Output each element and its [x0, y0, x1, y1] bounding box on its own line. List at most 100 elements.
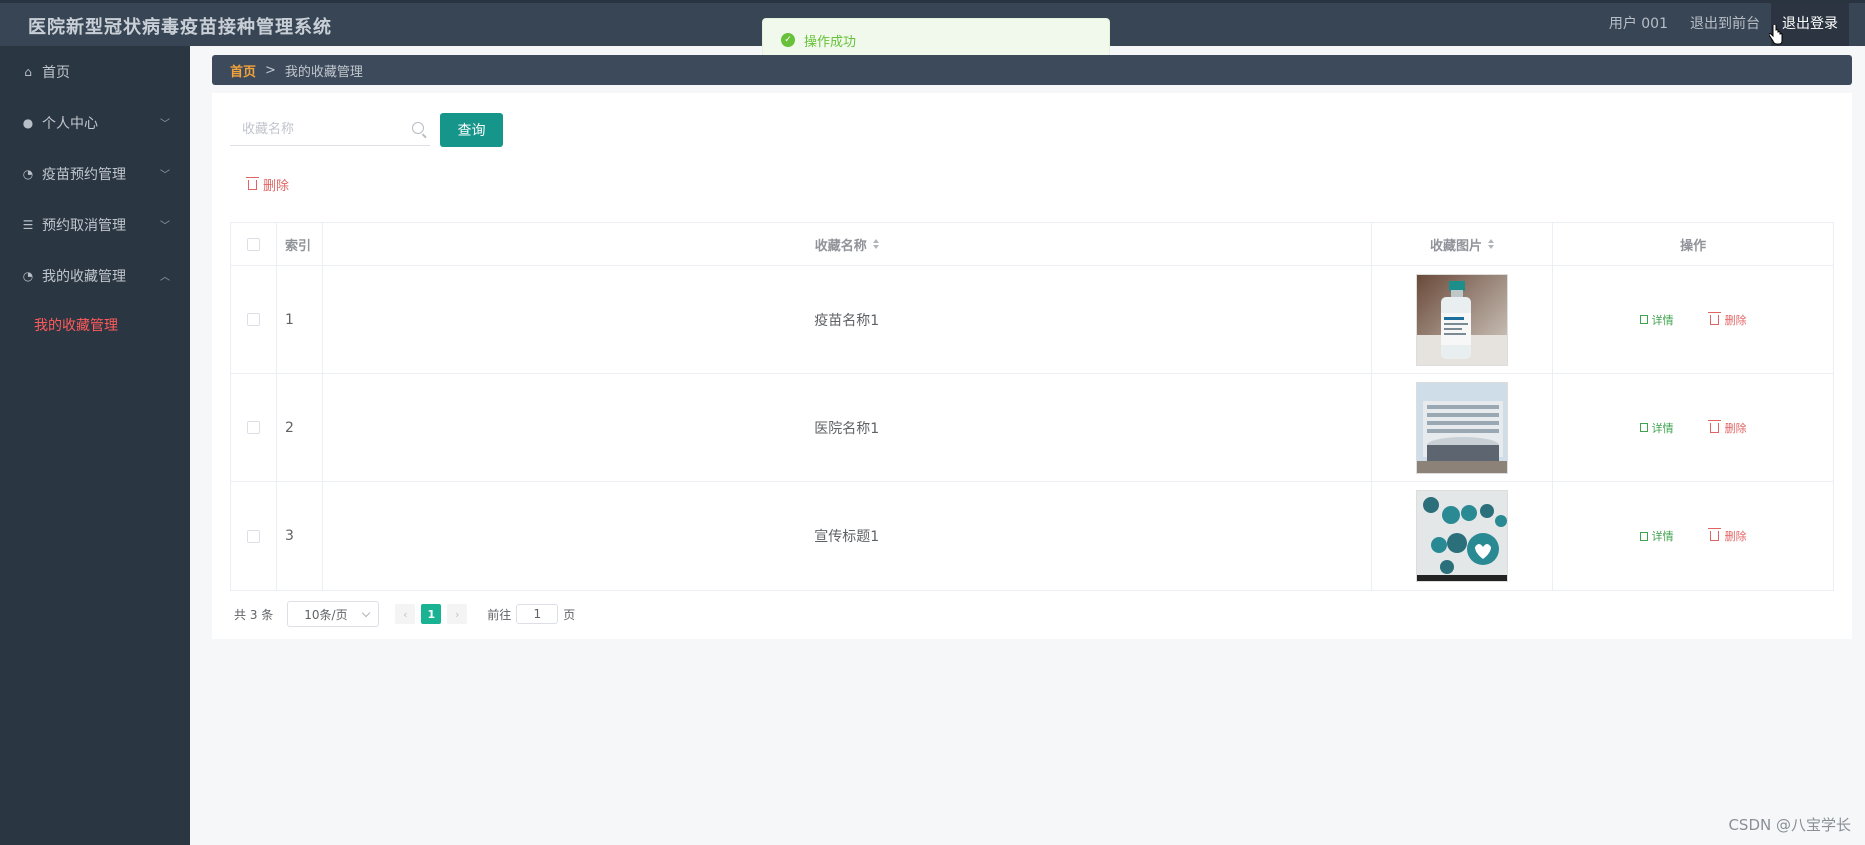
chevron-down-icon: ﹀ [160, 170, 170, 181]
document-icon [1639, 423, 1648, 432]
table-row: 3 宣传标题1 详情 删除 [231, 482, 1833, 590]
query-button[interactable]: 查询 [440, 113, 503, 147]
batch-delete-button[interactable]: 删除 [246, 175, 290, 194]
watermark: CSDN @八宝学长 [1728, 816, 1851, 834]
sidebar-item-profile[interactable]: ● 个人中心 ﹀ [0, 97, 190, 148]
sidebar-item-label: 疫苗预约管理 [42, 166, 126, 183]
header-ops: 操作 [1680, 238, 1707, 254]
row-name: 医院名称1 [323, 374, 1372, 481]
document-icon [1639, 315, 1648, 324]
delete-button[interactable]: 删除 [1707, 528, 1747, 544]
next-page-button[interactable]: › [447, 604, 468, 624]
dashboard-icon: ◔ [22, 166, 34, 181]
toast-message: 操作成功 [804, 34, 857, 50]
table-header: 索引 收藏名称 收藏图片 操作 [231, 223, 1833, 266]
back-to-front-link[interactable]: 退出到前台 [1679, 3, 1771, 46]
row-image-cell [1372, 266, 1554, 373]
breadcrumb: 首页 > 我的收藏管理 [212, 55, 1852, 85]
document-icon [1639, 531, 1648, 541]
delete-button[interactable]: 删除 [1707, 419, 1747, 436]
sidebar: ⌂ 首页 ● 个人中心 ﹀ ◔ 疫苗预约管理 ﹀ ☰ 预约取消管理 ﹀ ◔ 我的… [0, 46, 190, 845]
trash-icon [246, 176, 259, 190]
sidebar-item-home[interactable]: ⌂ 首页 [0, 46, 190, 97]
sort-icon[interactable] [872, 239, 879, 249]
chevron-up-icon: ︿ [160, 272, 170, 283]
sidebar-item-label: 首页 [42, 64, 70, 81]
search-icon [412, 122, 424, 134]
main-card: 查询 删除 索引 收藏名称 收藏图片 操作 1 疫苗名 [212, 93, 1852, 639]
detail-button[interactable]: 详情 [1639, 420, 1674, 436]
home-icon: ⌂ [24, 64, 32, 79]
sidebar-item-booking-cancel[interactable]: ☰ 预约取消管理 ﹀ [0, 199, 190, 250]
row-image-cell [1372, 482, 1554, 590]
row-check-cell [231, 482, 277, 590]
app-title: 医院新型冠状病毒疫苗接种管理系统 [28, 17, 332, 38]
dashboard-icon: ◔ [22, 268, 34, 283]
prev-page-button[interactable]: ‹ [395, 604, 416, 624]
detail-button[interactable]: 详情 [1639, 312, 1674, 328]
breadcrumb-home[interactable]: 首页 [230, 61, 256, 80]
sidebar-item-vaccine-booking[interactable]: ◔ 疫苗预约管理 ﹀ [0, 148, 190, 199]
select-all-checkbox[interactable] [246, 237, 260, 251]
row-checkbox[interactable] [246, 421, 260, 434]
page-number-button[interactable]: 1 [421, 604, 442, 624]
row-checkbox[interactable] [246, 529, 260, 543]
medical-icons-photo[interactable] [1415, 490, 1508, 582]
header-image-label: 收藏图片 [1429, 238, 1482, 254]
sidebar-item-label: 我的收藏管理 [42, 268, 126, 285]
row-index: 3 [277, 482, 323, 590]
header-name-label: 收藏名称 [814, 238, 867, 254]
row-index: 1 [277, 266, 323, 373]
list-icon: ☰ [22, 217, 34, 232]
goto-prefix: 前往 [487, 607, 512, 622]
user-name-link[interactable]: 用户 001 [1598, 3, 1679, 46]
row-check-cell [231, 374, 277, 481]
goto-suffix: 页 [563, 607, 576, 622]
pagination-total: 共 3 条 [234, 607, 274, 622]
check-circle-icon: ✓ [781, 33, 795, 47]
header-links: 用户 001 退出到前台 退出登录 [1598, 3, 1849, 46]
header-check-cell [231, 223, 277, 265]
page-size-select[interactable]: 10条/页 [287, 601, 380, 627]
header-index: 索引 [277, 223, 323, 265]
row-name: 宣传标题1 [323, 482, 1372, 590]
row-checkbox[interactable] [246, 313, 260, 326]
header-name[interactable]: 收藏名称 [323, 223, 1372, 265]
row-name: 疫苗名称1 [323, 266, 1372, 373]
sidebar-subitem-favorites[interactable]: 我的收藏管理 [0, 301, 190, 349]
sidebar-item-label: 预约取消管理 [42, 217, 126, 234]
delete-label: 删除 [1724, 313, 1747, 327]
row-ops: 详情 删除 [1553, 482, 1833, 590]
breadcrumb-separator: > [265, 62, 276, 78]
detail-button[interactable]: 详情 [1639, 528, 1674, 544]
table-row: 2 医院名称1 详情 删除 [231, 374, 1833, 482]
hand-cursor-icon [1769, 25, 1783, 45]
trash-icon [1707, 419, 1721, 433]
user-icon: ● [22, 115, 34, 130]
delete-button[interactable]: 删除 [1707, 311, 1747, 328]
detail-label: 详情 [1651, 421, 1674, 435]
vaccine-bottle-photo[interactable] [1415, 273, 1508, 366]
row-ops: 详情 删除 [1553, 266, 1833, 373]
search-input[interactable] [230, 113, 400, 145]
row-check-cell [231, 266, 277, 373]
pagination: 共 3 条 10条/页 ‹ 1 › 前往 页 [234, 601, 575, 627]
chevron-left-icon: ‹ [403, 607, 408, 621]
favorites-table: 索引 收藏名称 收藏图片 操作 1 疫苗名称1 详情 删除 2 医院名称1 详情… [230, 222, 1834, 591]
sort-icon[interactable] [1487, 239, 1494, 249]
goto-page-input[interactable] [516, 604, 559, 624]
row-ops: 详情 删除 [1553, 374, 1833, 481]
page-size-value: 10条/页 [304, 607, 348, 622]
delete-label: 删除 [1724, 421, 1747, 435]
chevron-down-icon: ﹀ [160, 119, 170, 130]
detail-label: 详情 [1651, 530, 1674, 543]
batch-delete-label: 删除 [263, 179, 290, 194]
sidebar-item-label: 个人中心 [42, 115, 98, 132]
sidebar-item-favorites[interactable]: ◔ 我的收藏管理 ︿ [0, 250, 190, 301]
trash-icon [1707, 311, 1721, 325]
hospital-building-photo[interactable] [1415, 381, 1508, 474]
chevron-right-icon: › [455, 607, 460, 621]
breadcrumb-current: 我的收藏管理 [284, 64, 363, 80]
header-image[interactable]: 收藏图片 [1372, 223, 1554, 265]
row-image-cell [1372, 374, 1554, 481]
